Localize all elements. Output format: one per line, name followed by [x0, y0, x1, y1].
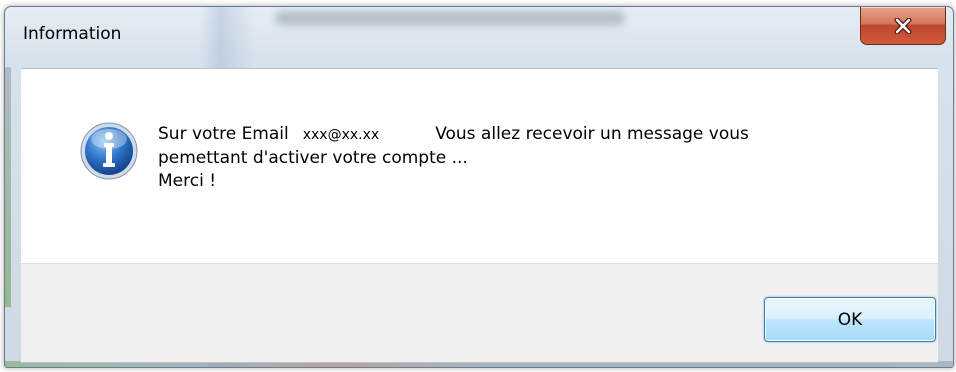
message-prefix: Sur votre Email [158, 124, 289, 144]
message-line-2: pemettant d'activer votre compte ... [158, 148, 468, 168]
message-line-3: Merci ! [158, 171, 217, 191]
information-icon [80, 122, 138, 180]
close-button[interactable] [860, 7, 946, 45]
window-title: Information [23, 24, 122, 44]
message-line-1: Sur votre Email xxx@xx.xx Vous allez recev… [158, 123, 749, 147]
button-bar: OK [21, 263, 938, 363]
message-line-1-suffix: Vous allez recevoir un message vous [435, 124, 749, 144]
background-blur [275, 11, 625, 25]
message-dialog: Information Sur votre Email xxx@xx.xx Vo… [4, 6, 954, 368]
message-text: Sur votre Email xxx@xx.xx Vous allez recev… [158, 123, 749, 193]
close-x-icon [894, 17, 912, 34]
frame-left-edge [5, 67, 11, 307]
message-area: Sur votre Email xxx@xx.xx Vous allez recev… [21, 68, 938, 263]
ok-button[interactable]: OK [764, 297, 936, 342]
screen: Information Sur votre Email xxx@xx.xx Vo… [0, 0, 956, 372]
email-value: xxx@xx.xx [302, 127, 380, 143]
